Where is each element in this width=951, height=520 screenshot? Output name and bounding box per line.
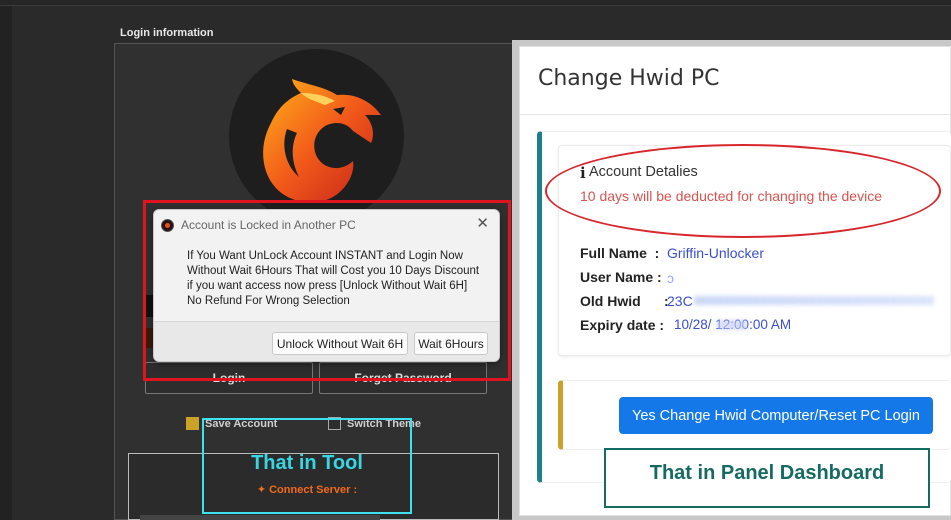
user-name-value: ɔ <box>667 270 674 286</box>
modal-title: Change Hwid PC <box>538 66 720 91</box>
tool-annotation-text: That in Tool <box>251 452 363 474</box>
tool-annotation-box: That in Tool ✦ Connect Server : <box>202 418 412 514</box>
red-annotation-box <box>143 200 511 381</box>
old-hwid-label: Old Hwid : <box>580 293 669 309</box>
panel-annotation-text: That in Panel Dashboard <box>649 462 885 484</box>
modal-divider <box>520 114 951 115</box>
connect-server-label: ✦ Connect Server : <box>256 484 358 496</box>
expiry-date-label: Expiry date : <box>580 317 665 333</box>
tool-bottom-strip <box>140 515 380 520</box>
tool-top-strip <box>0 0 951 6</box>
full-name-label: Full Name : <box>580 245 660 261</box>
old-hwid-value: 23C <box>667 293 693 309</box>
panel-annotation-box: That in Panel Dashboard <box>604 448 930 508</box>
change-hwid-button[interactable]: Yes Change Hwid Computer/Reset PC Login <box>619 397 933 434</box>
checkbox-box-checked[interactable] <box>186 417 199 430</box>
redacted-hwid <box>694 296 934 305</box>
full-name-value: Griffin-Unlocker <box>667 245 764 261</box>
login-information-label: Login information <box>120 27 214 39</box>
user-name-label: User Name : <box>580 269 662 285</box>
redacted-year <box>717 320 747 330</box>
dragon-logo-icon <box>229 49 404 224</box>
red-annotation-ellipse <box>545 144 941 238</box>
tool-left-edge <box>0 6 12 520</box>
